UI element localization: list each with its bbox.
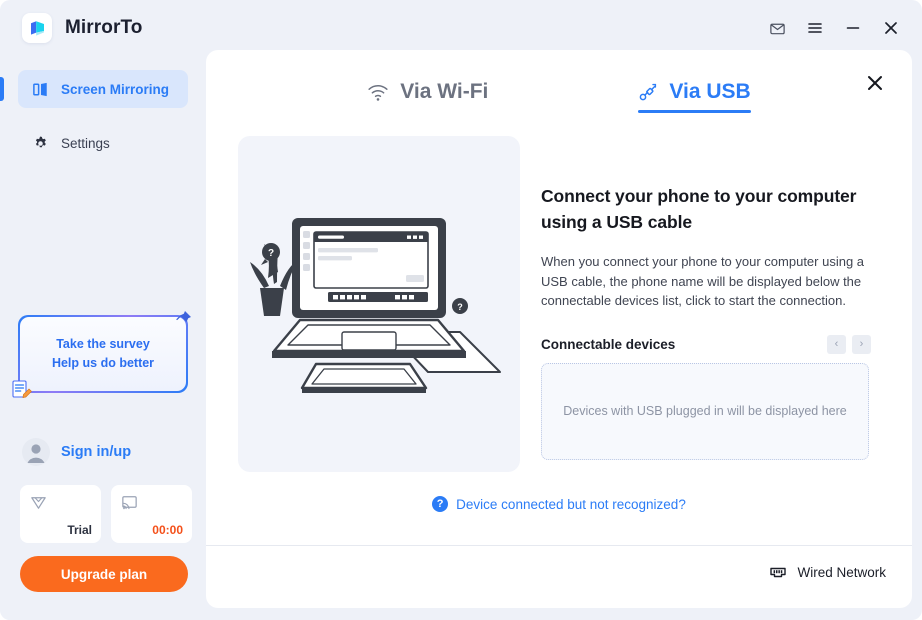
footer-separator bbox=[206, 545, 912, 546]
survey-line-2: Help us do better bbox=[51, 356, 155, 370]
mirrorto-logo-icon bbox=[30, 20, 44, 36]
minimize-icon bbox=[846, 27, 860, 29]
sidebar-nav: Screen Mirroring Settings bbox=[0, 56, 206, 162]
status-cards: Trial 00:00 bbox=[20, 485, 192, 543]
sign-in-label: Sign in/up bbox=[61, 444, 132, 460]
device-next-button[interactable]: › bbox=[852, 334, 871, 354]
mail-icon bbox=[769, 23, 785, 34]
sidebar: Screen Mirroring Settings Take the surve… bbox=[0, 56, 206, 620]
mirrorto-window: MirrorTo Screen Mirroring Settings Take … bbox=[0, 0, 922, 620]
mail-button[interactable] bbox=[760, 11, 794, 45]
sidebar-item-screen-mirroring[interactable]: Screen Mirroring bbox=[0, 70, 188, 108]
usb-instructions: Connect your phone to your computer usin… bbox=[541, 183, 871, 460]
sidebar-item-label: Settings bbox=[61, 135, 110, 151]
user-avatar-icon bbox=[22, 438, 50, 466]
device-pager: ‹ › bbox=[827, 334, 871, 354]
main-panel: Via Wi-Fi Via USB ? ? Connect your phone… bbox=[206, 50, 912, 608]
trial-value: Trial bbox=[67, 523, 92, 537]
help-link-label: Device connected but not recognized? bbox=[456, 496, 686, 512]
question-badge-right: ? bbox=[452, 298, 468, 314]
screen-mirroring-icon bbox=[33, 82, 47, 96]
cast-timer-value: 00:00 bbox=[152, 523, 183, 537]
sidebar-item-label: Screen Mirroring bbox=[61, 81, 170, 97]
connection-tabs: Via Wi-Fi Via USB bbox=[206, 80, 912, 113]
sign-in-row[interactable]: Sign in/up bbox=[22, 438, 131, 466]
active-indicator bbox=[0, 77, 4, 101]
svg-text:?: ? bbox=[457, 302, 463, 312]
connectable-devices-list[interactable]: Devices with USB plugged in will be disp… bbox=[541, 362, 869, 460]
usb-cable-icon bbox=[640, 83, 657, 101]
document-pencil-icon bbox=[12, 380, 32, 398]
close-button[interactable] bbox=[874, 11, 908, 45]
device-prev-button[interactable]: ‹ bbox=[827, 334, 846, 354]
panel-heading: Connect your phone to your computer usin… bbox=[541, 186, 857, 232]
tab-label: Via Wi-Fi bbox=[400, 80, 489, 103]
window-controls bbox=[760, 0, 908, 56]
wifi-icon bbox=[368, 84, 388, 101]
tab-label: Via USB bbox=[669, 80, 751, 103]
title-bar: MirrorTo bbox=[0, 0, 922, 56]
chevron-left-icon: ‹ bbox=[834, 337, 839, 350]
trial-card[interactable]: Trial bbox=[20, 485, 101, 543]
device-not-recognized-link[interactable]: ? Device connected but not recognized? bbox=[206, 496, 912, 512]
close-icon bbox=[885, 22, 897, 34]
app-title: MirrorTo bbox=[65, 17, 143, 38]
usb-illustration: ? ? bbox=[238, 136, 520, 472]
upgrade-plan-button[interactable]: Upgrade plan bbox=[20, 556, 188, 592]
cast-screen-icon bbox=[122, 496, 137, 510]
pushpin-icon bbox=[176, 311, 191, 322]
svg-text:?: ? bbox=[268, 248, 274, 259]
sidebar-item-settings[interactable]: Settings bbox=[18, 124, 188, 162]
panel-body-text: When you connect your phone to your comp… bbox=[541, 254, 865, 308]
diamond-icon bbox=[31, 497, 46, 509]
menu-icon bbox=[808, 23, 822, 33]
survey-card[interactable]: Take the survey Help us do better bbox=[12, 311, 191, 398]
app-logo bbox=[22, 13, 52, 43]
wired-network-label: Wired Network bbox=[797, 564, 886, 580]
gear-icon bbox=[35, 136, 46, 147]
question-mark-icon: ? bbox=[432, 496, 449, 512]
chevron-right-icon: › bbox=[859, 337, 864, 350]
connectable-devices-header: Connectable devices ‹ › bbox=[541, 334, 871, 354]
wired-network-button[interactable]: Wired Network bbox=[768, 562, 886, 582]
connectable-devices-title: Connectable devices bbox=[541, 336, 676, 352]
survey-line-1: Take the survey bbox=[56, 337, 150, 351]
tab-via-wifi[interactable]: Via Wi-Fi bbox=[367, 80, 488, 113]
tab-via-usb[interactable]: Via USB bbox=[638, 80, 752, 113]
devices-empty-text: Devices with USB plugged in will be disp… bbox=[563, 404, 847, 418]
menu-button[interactable] bbox=[798, 11, 832, 45]
ethernet-port-icon bbox=[770, 567, 787, 578]
laptop-tablet-usb-illustration: ? ? bbox=[250, 218, 501, 393]
survey-card-inner: Take the survey Help us do better bbox=[20, 317, 186, 391]
cast-timer-card[interactable]: 00:00 bbox=[111, 485, 192, 543]
minimize-button[interactable] bbox=[836, 11, 870, 45]
